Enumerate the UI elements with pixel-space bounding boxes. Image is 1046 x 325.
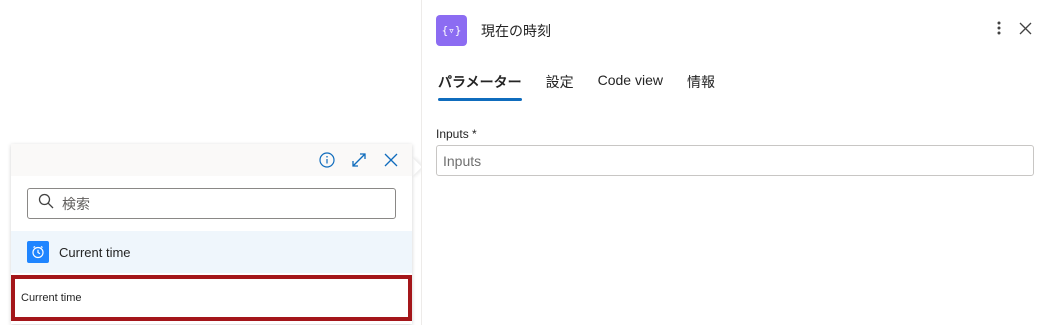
search-icon	[38, 193, 54, 214]
tab-settings[interactable]: 設定	[546, 72, 574, 101]
tab-parameters[interactable]: パラメーター	[438, 72, 522, 101]
selected-item-label: Current time	[21, 292, 82, 304]
close-panel-icon[interactable]	[1019, 22, 1032, 40]
inputs-label: Inputs *	[436, 127, 477, 141]
dynamic-content-flyout: Current time Current time	[11, 144, 412, 324]
clock-icon	[27, 241, 49, 263]
expand-icon[interactable]	[350, 151, 368, 169]
search-input[interactable]	[62, 195, 382, 212]
more-options-icon[interactable]	[997, 21, 1001, 40]
action-details-panel: {▿} 現在の時刻 パラメーター 設定 Code view 情報 Inputs …	[421, 0, 1046, 325]
result-item-current-time[interactable]: Current time	[11, 231, 412, 273]
search-box[interactable]	[27, 188, 396, 219]
inputs-field[interactable]	[436, 145, 1034, 176]
title-bar: {▿} 現在の時刻	[436, 15, 551, 46]
variable-icon: {▿}	[436, 15, 467, 46]
info-icon[interactable]	[318, 151, 336, 169]
tab-bar: パラメーター 設定 Code view 情報	[438, 72, 715, 101]
tab-code-view[interactable]: Code view	[598, 72, 663, 101]
result-item-label: Current time	[59, 244, 131, 260]
flyout-header	[11, 144, 412, 176]
close-icon[interactable]	[382, 151, 400, 169]
selected-item-current-time[interactable]: Current time	[11, 275, 412, 321]
page-title[interactable]: 現在の時刻	[481, 21, 551, 41]
search-area	[11, 176, 412, 219]
panel-actions	[997, 21, 1032, 40]
tab-about[interactable]: 情報	[687, 72, 715, 101]
